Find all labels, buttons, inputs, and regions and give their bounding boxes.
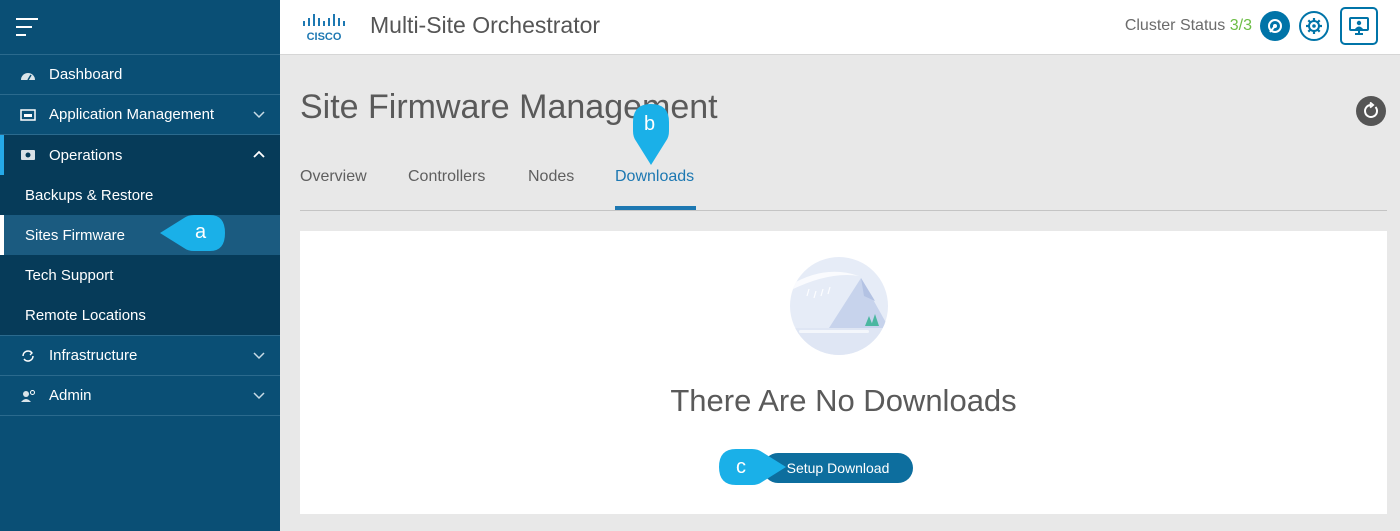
sidebar-item-application-management[interactable]: Application Management <box>0 95 280 135</box>
callout-c: c <box>716 446 786 488</box>
operations-icon <box>20 148 36 162</box>
user-profile-button[interactable] <box>1340 7 1378 45</box>
sidebar-item-label: Infrastructure <box>49 347 138 364</box>
cluster-status-value: 3/3 <box>1229 17 1252 34</box>
chevron-down-icon <box>253 392 265 400</box>
refresh-icon <box>1364 102 1379 118</box>
callout-c-bubble <box>719 449 786 485</box>
empty-state-illustration <box>790 257 888 355</box>
chevron-down-icon <box>253 352 265 360</box>
admin-icon <box>20 389 36 403</box>
sidebar-item-operations[interactable]: Operations <box>0 135 280 175</box>
callout-b: b <box>630 101 672 165</box>
sidebar-top <box>0 0 280 55</box>
tab-nodes[interactable]: Nodes <box>528 168 574 186</box>
sidebar-item-label: Admin <box>49 387 92 404</box>
callout-c-label: c <box>736 456 746 478</box>
sync-icon <box>1268 19 1282 33</box>
callout-a-bubble <box>160 215 225 251</box>
sites-status-button[interactable] <box>1260 11 1290 41</box>
empty-state-title: There Are No Downloads <box>670 383 1017 418</box>
sidebar-item-admin[interactable]: Admin <box>0 376 280 416</box>
sidebar-subitem-label: Sites Firmware <box>25 226 126 244</box>
sidebar-subitem-label: Backups & Restore <box>25 186 154 204</box>
tab-downloads[interactable]: Downloads <box>615 168 694 186</box>
sidebar-subitem-remote-locations[interactable]: Remote Locations <box>0 295 280 335</box>
cluster-status-label: Cluster Status <box>1124 17 1226 34</box>
sidebar-item-label: Dashboard <box>49 66 123 83</box>
sidebar-item-dashboard[interactable]: Dashboard <box>0 55 280 95</box>
sidebar-item-label: Operations <box>49 146 123 164</box>
sidebar-subitem-tech-support[interactable]: Tech Support <box>0 255 280 295</box>
sidebar-subitem-sites-firmware[interactable]: Sites Firmware <box>0 215 280 255</box>
monitor-user-icon <box>1349 17 1369 35</box>
infrastructure-icon <box>20 349 36 363</box>
sidebar-subitem-label: Remote Locations <box>25 306 146 324</box>
callout-a: a <box>160 212 228 254</box>
sidebar-subitem-backups-restore[interactable]: Backups & Restore <box>0 175 280 215</box>
sidebar-item-label: Application Management <box>49 106 215 123</box>
refresh-button[interactable] <box>1356 96 1386 126</box>
app-title: Multi-Site Orchestrator <box>370 12 601 38</box>
callout-b-label: b <box>644 113 656 135</box>
cisco-logo: CISCO <box>303 14 345 43</box>
chevron-up-icon <box>253 150 265 158</box>
gear-icon <box>1306 18 1322 34</box>
dashboard-icon <box>20 68 36 82</box>
app-management-icon <box>20 108 36 122</box>
sidebar-subitem-label: Tech Support <box>25 266 114 284</box>
tab-controllers[interactable]: Controllers <box>408 168 485 186</box>
sidebar-item-infrastructure[interactable]: Infrastructure <box>0 336 280 376</box>
hamburger-menu-icon[interactable] <box>16 18 38 36</box>
active-tab-indicator <box>615 206 696 210</box>
callout-a-label: a <box>195 221 207 243</box>
operations-submenu: Backups & Restore Sites Firmware Tech Su… <box>0 175 280 336</box>
tab-bar: Overview Controllers Nodes Downloads <box>300 160 1387 211</box>
settings-button[interactable] <box>1299 11 1329 41</box>
tab-overview[interactable]: Overview <box>300 168 367 186</box>
sidebar: Dashboard Application Management Operati… <box>0 0 280 531</box>
cluster-status: Cluster Status 3/3 <box>1125 17 1252 35</box>
downloads-panel: There Are No Downloads Setup Download <box>300 231 1387 514</box>
svg-text:CISCO: CISCO <box>307 31 342 43</box>
app-header: CISCO Multi-Site Orchestrator Cluster St… <box>280 0 1400 55</box>
chevron-down-icon <box>253 111 265 119</box>
